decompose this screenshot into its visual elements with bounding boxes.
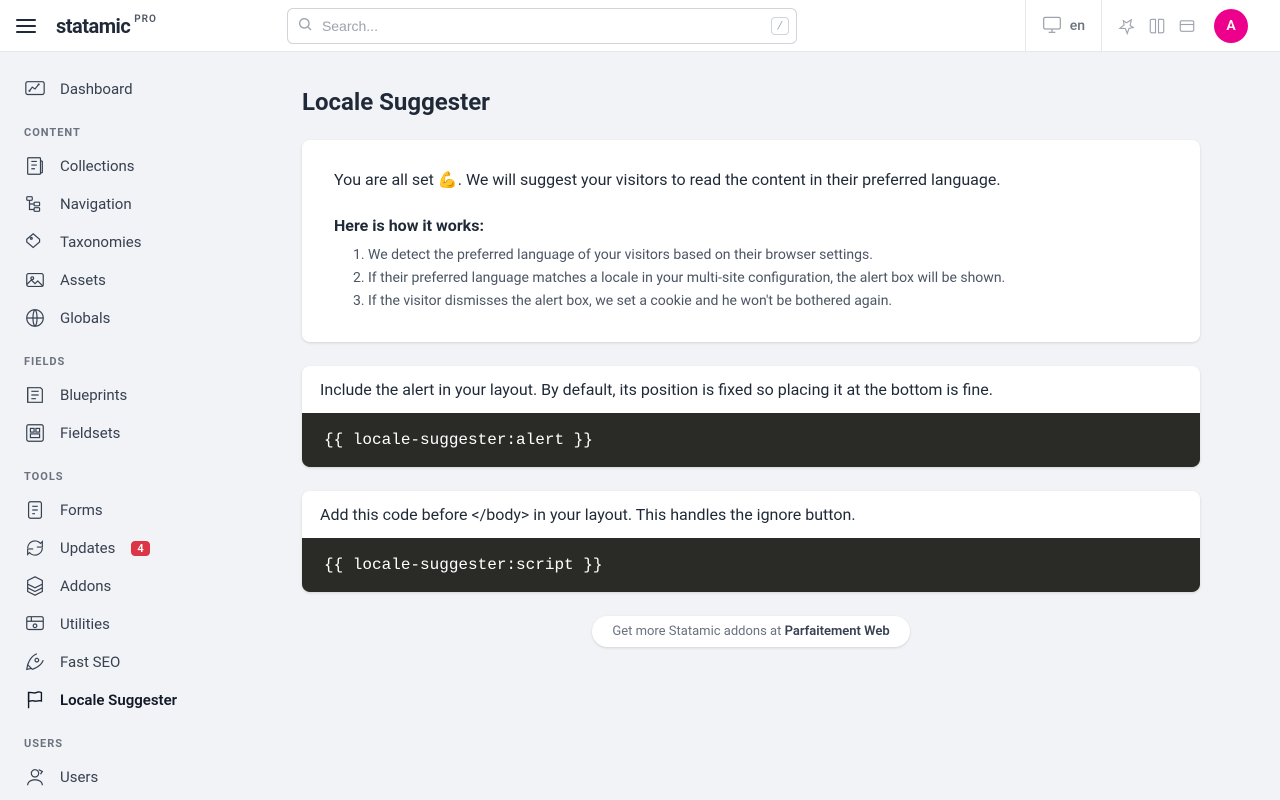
sidebar-item-label: Taxonomies [60, 233, 141, 251]
assets-icon [24, 269, 46, 291]
header: statamic PRO / en [0, 0, 1280, 52]
docs-icon[interactable] [1148, 17, 1166, 35]
blueprints-icon [24, 384, 46, 406]
sidebar-item-label: Utilities [60, 615, 110, 633]
logo-badge: PRO [134, 14, 157, 25]
footer-link-text: Parfaitement Web [785, 624, 890, 639]
hero-card: You are all set 💪. We will suggest your … [302, 140, 1200, 342]
nav-group-label: TOOLS [0, 470, 222, 483]
sidebar-item-label: Locale Suggester [60, 691, 177, 709]
sidebar-item-locale-suggester[interactable]: Locale Suggester [0, 681, 222, 719]
footer-pill[interactable]: Get more Statamic addons at Parfaitement… [592, 616, 909, 647]
sidebar-item-label: Collections [60, 157, 135, 175]
nav-badge: 4 [131, 541, 149, 556]
instruction-text: Add this code before </body> in your lay… [302, 491, 1200, 538]
fieldsets-icon [24, 422, 46, 444]
sidebar-item-globals[interactable]: Globals [0, 299, 222, 337]
nav-group-label: CONTENT [0, 126, 222, 139]
sidebar-item-label: Forms [60, 501, 103, 519]
sidebar-item-label: Dashboard [60, 80, 133, 98]
how-it-works-title: Here is how it works: [334, 216, 1168, 235]
utilities-icon [24, 613, 46, 635]
menu-toggle[interactable] [16, 14, 40, 38]
logo-text: statamic [56, 14, 130, 38]
sidebar-item-blueprints[interactable]: Blueprints [0, 376, 222, 414]
addons-icon [24, 575, 46, 597]
sidebar-item-label: Blueprints [60, 386, 127, 404]
taxonomies-icon [24, 231, 46, 253]
instruction-text: Include the alert in your layout. By def… [302, 366, 1200, 413]
display-icon [1042, 14, 1062, 38]
sidebar-item-navigation[interactable]: Navigation [0, 185, 222, 223]
footer-prefix: Get more Statamic addons at [612, 624, 784, 639]
nav-group-label: USERS [0, 737, 222, 750]
sidebar-item-label: Assets [60, 271, 106, 289]
search-shortcut: / [771, 17, 789, 35]
footer-link-wrap: Get more Statamic addons at Parfaitement… [302, 616, 1200, 647]
sidebar-item-label: Updates [60, 539, 115, 557]
instruction-card: Add this code before </body> in your lay… [302, 491, 1200, 592]
forms-icon [24, 499, 46, 521]
main-content: Locale Suggester You are all set 💪. We w… [222, 52, 1280, 800]
site-icon[interactable] [1178, 17, 1196, 35]
sidebar-item-utilities[interactable]: Utilities [0, 605, 222, 643]
sidebar-item-label: Fast SEO [60, 653, 120, 671]
language-label: en [1070, 18, 1085, 34]
sidebar-item-label: Users [60, 768, 98, 786]
sidebar-item-label: Addons [60, 577, 111, 595]
page-title: Locale Suggester [302, 88, 1200, 116]
navigation-icon [24, 193, 46, 215]
sidebar-item-label: Globals [60, 309, 110, 327]
avatar[interactable]: A [1214, 9, 1248, 43]
sidebar-item-assets[interactable]: Assets [0, 261, 222, 299]
avatar-initial: A [1226, 18, 1235, 34]
code-block: {{ locale-suggester:alert }} [302, 413, 1200, 467]
sidebar-item-groups[interactable]: Groups [0, 796, 222, 800]
search-icon [297, 16, 313, 36]
globals-icon [24, 307, 46, 329]
language-switcher[interactable]: en [1042, 14, 1085, 38]
pin-icon[interactable] [1118, 17, 1136, 35]
fastseo-icon [24, 651, 46, 673]
how-it-works-list: We detect the preferred language of your… [334, 245, 1168, 312]
how-it-works-item: If the visitor dismisses the alert box, … [368, 291, 1168, 312]
how-it-works-item: If their preferred language matches a lo… [368, 268, 1168, 289]
sidebar: Dashboard CONTENT Collections Navigation Ta… [0, 52, 222, 800]
search-input[interactable] [287, 8, 797, 44]
sidebar-item-dashboard[interactable]: Dashboard [0, 70, 222, 108]
sidebar-item-fieldsets[interactable]: Fieldsets [0, 414, 222, 452]
sidebar-item-collections[interactable]: Collections [0, 147, 222, 185]
sidebar-item-taxonomies[interactable]: Taxonomies [0, 223, 222, 261]
dashboard-icon [24, 78, 46, 100]
sidebar-item-fast-seo[interactable]: Fast SEO [0, 643, 222, 681]
sidebar-item-label: Navigation [60, 195, 132, 213]
sidebar-item-addons[interactable]: Addons [0, 567, 222, 605]
nav-group-label: FIELDS [0, 355, 222, 368]
sidebar-item-updates[interactable]: Updates 4 [0, 529, 222, 567]
flag-icon [24, 689, 46, 711]
instruction-card: Include the alert in your layout. By def… [302, 366, 1200, 467]
code-block: {{ locale-suggester:script }} [302, 538, 1200, 592]
updates-icon [24, 537, 46, 559]
how-it-works-item: We detect the preferred language of your… [368, 245, 1168, 266]
users-icon [24, 766, 46, 788]
sidebar-item-forms[interactable]: Forms [0, 491, 222, 529]
hero-intro: You are all set 💪. We will suggest your … [334, 168, 1168, 192]
sidebar-item-users[interactable]: Users [0, 758, 222, 796]
collections-icon [24, 155, 46, 177]
logo[interactable]: statamic PRO [56, 14, 157, 38]
search-wrap: / [287, 8, 797, 44]
sidebar-item-label: Fieldsets [60, 424, 120, 442]
